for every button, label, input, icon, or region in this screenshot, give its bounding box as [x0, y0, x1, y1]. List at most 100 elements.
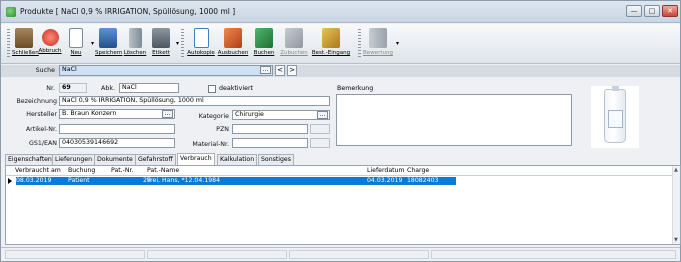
new-button[interactable]: Neu ▾: [64, 26, 94, 62]
search-input[interactable]: NaCl: [59, 65, 273, 76]
goods-receipt-icon: [322, 28, 340, 48]
hersteller-label: Hersteller: [26, 111, 57, 118]
toolbar-grip[interactable]: [358, 29, 361, 59]
rating-button[interactable]: Bewertung ▾: [363, 26, 399, 62]
floppy-disk-icon: [99, 28, 117, 48]
pzn-label: PZN: [216, 126, 229, 133]
nr-field: 69: [59, 83, 87, 93]
book-out-button[interactable]: Ausbuchen: [217, 26, 249, 62]
toolbar-grip[interactable]: [181, 29, 184, 59]
bezeichnung-label: Bezeichnung: [16, 98, 57, 105]
scroll-down-icon[interactable]: ▼: [674, 237, 678, 243]
next-record-button[interactable]: >: [287, 65, 297, 76]
artikel-field[interactable]: [59, 124, 175, 134]
toolbar: Schließen Abbruch Neu ▾ Speichern Lösche…: [1, 24, 680, 64]
bottle-cap: [612, 86, 619, 91]
tab-verbrauch[interactable]: Verbrauch: [177, 153, 215, 165]
toolbar-grip[interactable]: [7, 29, 10, 59]
col-pat-nr[interactable]: Pat.-Nr.: [111, 167, 133, 174]
scroll-up-icon[interactable]: ▲: [674, 167, 678, 173]
goods-receipt-button[interactable]: Best.-Eingang: [311, 26, 351, 62]
prev-record-button[interactable]: <: [275, 65, 285, 76]
consumption-table[interactable]: Verbraucht am Buchung Pat.-Nr. Pat.-Name…: [5, 165, 681, 245]
kategorie-field[interactable]: Chirurgie: [232, 110, 330, 120]
hersteller-value: B. Braun Konzern: [62, 110, 117, 117]
chevron-down-icon[interactable]: ▾: [176, 40, 179, 47]
kategorie-value: Chirurgie: [235, 111, 264, 118]
maximize-button[interactable]: □: [644, 5, 660, 17]
status-cell: [289, 250, 429, 259]
deaktiviert-checkbox[interactable]: [208, 85, 216, 93]
delete-button[interactable]: Löschen: [123, 26, 147, 62]
hersteller-field[interactable]: B. Braun Konzern: [59, 109, 175, 119]
rating-chart-icon: [369, 28, 387, 48]
gs1-field[interactable]: 04030539146692: [59, 138, 175, 148]
book-in-icon: [255, 28, 273, 48]
bemerkung-textarea[interactable]: [336, 94, 572, 146]
col-buchung[interactable]: Buchung: [68, 167, 95, 174]
vertical-scrollbar[interactable]: ▲ ▼: [672, 166, 680, 244]
chevron-down-icon[interactable]: ▾: [91, 40, 94, 47]
tab-eigenschaften[interactable]: Eigenschaften: [5, 154, 55, 165]
tab-strip: Eigenschaften Lieferungen Dokumente Gefa…: [1, 153, 680, 165]
bottle-label: [608, 110, 623, 128]
printer-icon: [152, 28, 170, 48]
book-out-icon: [224, 28, 242, 48]
pzn-lookup-button[interactable]: [310, 124, 330, 134]
product-window: Produkte [ NaCl 0,9 % IRRIGATION, Spüllö…: [0, 0, 681, 262]
abk-field[interactable]: NaCl: [119, 83, 179, 93]
copy-documents-icon: [193, 28, 209, 48]
material-lookup-button[interactable]: [310, 138, 330, 148]
book-in-button[interactable]: Buchen: [251, 26, 277, 62]
deaktiviert-label: deaktiviert: [219, 85, 254, 92]
gs1-label: GS1/EAN: [28, 140, 57, 147]
col-pat-name[interactable]: Pat.-Name: [147, 167, 179, 174]
col-charge[interactable]: Charge: [407, 167, 429, 174]
row-pointer-icon: [8, 178, 12, 184]
search-label: Suche: [35, 67, 55, 74]
nr-label: Nr.: [46, 85, 55, 92]
status-cell: [431, 250, 676, 259]
pzn-field[interactable]: [232, 124, 308, 134]
artikel-label: Artikel-Nr.: [25, 126, 57, 133]
exit-door-icon: [15, 28, 33, 48]
cell-verbraucht-am: 08.03.2019: [16, 177, 52, 184]
autocopy-button[interactable]: Autokopie: [187, 26, 215, 62]
bottle-image: [604, 86, 626, 143]
label-print-button[interactable]: Etikett ▾: [149, 26, 179, 62]
tab-dokumente[interactable]: Dokumente: [94, 154, 136, 165]
cell-charge: 18082403: [407, 177, 439, 184]
close-form-button[interactable]: Schließen: [12, 26, 39, 62]
material-label: Material-Nr.: [192, 141, 229, 148]
status-bar: [1, 247, 680, 261]
bezeichnung-field[interactable]: NaCl 0,9 % IRRIGATION, Spüllösung, 1000 …: [59, 96, 330, 106]
abk-value: NaCl: [122, 84, 137, 91]
material-field[interactable]: [232, 138, 308, 148]
status-cell: [147, 250, 287, 259]
minimize-button[interactable]: —: [626, 5, 642, 17]
col-lieferdatum[interactable]: Lieferdatum: [367, 167, 405, 174]
title-bar: Produkte [ NaCl 0,9 % IRRIGATION, Spüllö…: [1, 1, 680, 23]
col-verbraucht-am[interactable]: Verbraucht am: [15, 167, 61, 174]
search-browse-button[interactable]: ...: [260, 66, 271, 74]
tab-gefahrstoff[interactable]: Gefahrstoff: [135, 154, 176, 165]
abk-label: Abk.: [101, 85, 115, 92]
cell-pat-name: Frei, Hans, *12.04.1984: [147, 177, 221, 184]
cancel-button[interactable]: Abbruch: [38, 26, 62, 62]
search-value: NaCl: [62, 66, 77, 73]
tab-sonstiges[interactable]: Sonstiges: [258, 154, 294, 165]
bemerkung-label: Bemerkung: [337, 85, 374, 92]
window-title: Produkte [ NaCl 0,9 % IRRIGATION, Spüllö…: [20, 7, 236, 16]
save-button[interactable]: Speichern: [95, 26, 122, 62]
tab-kalkulation[interactable]: Kalkulation: [217, 154, 258, 165]
status-cell: [5, 250, 145, 259]
tab-lieferungen[interactable]: Lieferungen: [52, 154, 96, 165]
app-icon: [6, 7, 16, 17]
add-booking-button[interactable]: Zubuchen: [279, 26, 309, 62]
table-row[interactable]: 08.03.2019 Patient 29 Frei, Hans, *12.04…: [16, 177, 456, 185]
hersteller-browse-button[interactable]: ...: [162, 110, 173, 118]
chevron-down-icon[interactable]: ▾: [396, 40, 399, 47]
close-button[interactable]: ✕: [662, 5, 678, 17]
kategorie-browse-button[interactable]: ...: [317, 111, 328, 119]
cell-buchung: Patient: [68, 177, 90, 184]
